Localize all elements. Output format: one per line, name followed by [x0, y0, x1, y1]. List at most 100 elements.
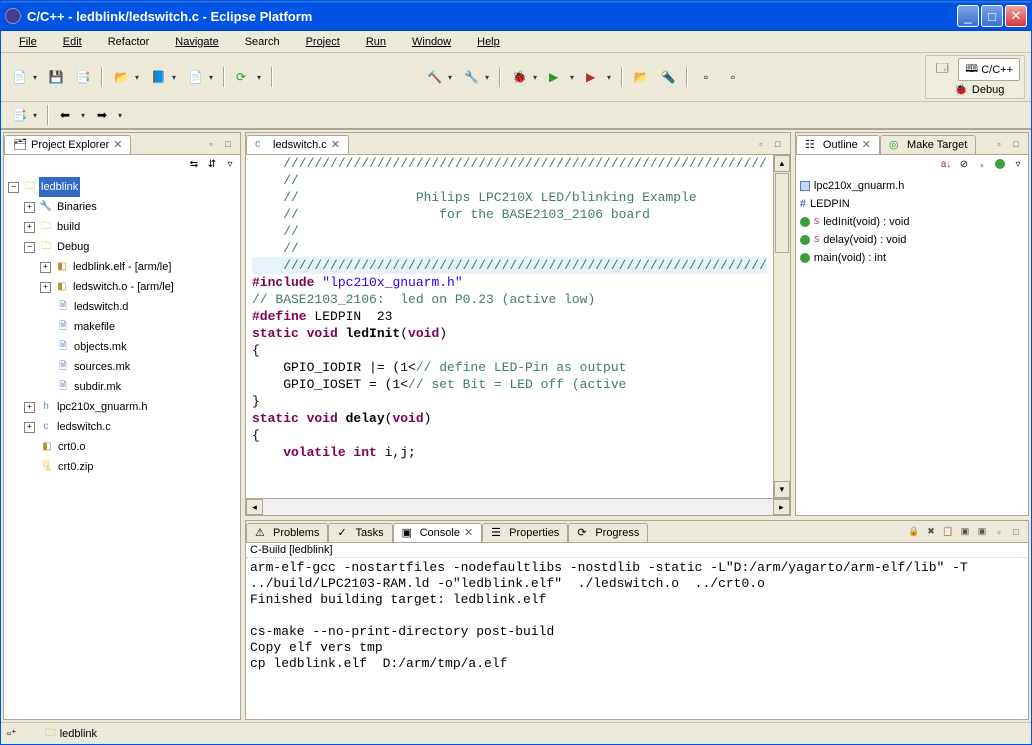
vertical-scrollbar[interactable]: ▴ ▾ — [773, 155, 790, 498]
scroll-up-button[interactable]: ▴ — [774, 155, 790, 172]
search-button[interactable]: 🔦 — [656, 66, 680, 88]
view-minimize-button[interactable]: ▫ — [753, 137, 769, 151]
tree-item[interactable]: makefile — [72, 317, 117, 337]
tree-item[interactable]: crt0.zip — [56, 457, 95, 477]
tree-item[interactable]: subdir.mk — [72, 377, 123, 397]
new-button[interactable]: 📄 — [7, 66, 41, 88]
console-tab[interactable]: ▣Console✕ — [393, 523, 483, 542]
scroll-down-button[interactable]: ▾ — [774, 481, 790, 498]
tree-item[interactable]: build — [55, 217, 82, 237]
menu-file[interactable]: File — [7, 34, 49, 50]
external-tools-button[interactable]: ▶ — [581, 66, 615, 88]
outline-list[interactable]: lpc210x_gnuarm.h#LEDPINSledInit(void) : … — [796, 173, 1028, 515]
scroll-thumb[interactable] — [775, 173, 789, 253]
pin-button[interactable]: 🔒 — [906, 525, 922, 539]
run-button[interactable]: ▶ — [544, 66, 578, 88]
new-file-button[interactable]: 📄 — [183, 66, 217, 88]
project-root[interactable]: ledblink — [39, 177, 80, 197]
scroll-right-button[interactable]: ▸ — [773, 499, 790, 515]
close-icon[interactable]: ✕ — [331, 138, 340, 151]
link-editor-button[interactable]: ⇵ — [204, 156, 220, 172]
tree-item[interactable]: sources.mk — [72, 357, 132, 377]
console-output[interactable]: arm-elf-gcc -nostartfiles -nodefaultlibs… — [246, 558, 1028, 719]
tree-item[interactable]: ledswitch.o - [arm/le] — [71, 277, 176, 297]
horizontal-scrollbar[interactable]: ◂ ▸ — [246, 498, 790, 515]
open-perspective-button[interactable]: 🗔 — [930, 59, 954, 81]
history-button[interactable]: 📑 — [7, 104, 41, 126]
status-perspective-icon[interactable]: ▫⁺ — [7, 727, 17, 740]
project-explorer-tab[interactable]: 🗂 Project Explorer ✕ — [4, 135, 131, 154]
menu-navigate[interactable]: Navigate — [163, 34, 230, 50]
expand-toggle[interactable]: + — [40, 282, 51, 293]
build-button[interactable]: ⟳ — [231, 66, 265, 88]
menu-window[interactable]: Window — [400, 34, 463, 50]
minimize-button[interactable]: _ — [957, 5, 979, 27]
tree-item[interactable]: Debug — [55, 237, 91, 257]
back-button[interactable]: ⬅ — [55, 104, 89, 126]
expand-toggle[interactable]: + — [24, 422, 35, 433]
make-target-tab[interactable]: ◎ Make Target — [880, 135, 976, 154]
expand-toggle[interactable]: − — [8, 182, 19, 193]
clear-button[interactable]: ✖ — [923, 525, 939, 539]
project-tree[interactable]: −🗀ledblink +🔧Binaries +🗀build −🗀Debug +◧… — [4, 173, 240, 719]
close-icon[interactable]: ✕ — [862, 138, 871, 151]
save-all-button[interactable]: 📑 — [71, 66, 95, 88]
problems-tab[interactable]: ⚠Problems — [246, 523, 328, 542]
toggle-mark-button[interactable]: ▫ — [694, 66, 718, 88]
menu-project[interactable]: Project — [294, 34, 352, 50]
outline-item[interactable]: main(void) : int — [800, 249, 1024, 267]
tasks-tab[interactable]: ✓Tasks — [328, 523, 392, 542]
view-minimize-button[interactable]: ▫ — [203, 137, 219, 151]
collapse-all-button[interactable]: ⇆ — [186, 156, 202, 172]
outline-tab[interactable]: ☷ Outline ✕ — [796, 135, 880, 154]
save-button[interactable]: 💾 — [44, 66, 68, 88]
open-console-button[interactable]: ▣ — [974, 525, 990, 539]
new-folder-button[interactable]: 📂 — [109, 66, 143, 88]
outline-item[interactable]: SledInit(void) : void — [800, 213, 1024, 231]
expand-toggle[interactable]: + — [24, 202, 35, 213]
new-class-button[interactable]: 📘 — [146, 66, 180, 88]
expand-toggle[interactable]: + — [24, 222, 35, 233]
hide-fields-button[interactable]: ⊘ — [956, 156, 972, 172]
view-maximize-button[interactable]: □ — [220, 137, 236, 151]
view-maximize-button[interactable]: □ — [1008, 137, 1024, 151]
hide-static-button[interactable]: ₛ — [974, 156, 990, 172]
view-maximize-button[interactable]: □ — [1008, 525, 1024, 539]
expand-toggle[interactable]: + — [24, 402, 35, 413]
outline-item[interactable]: Sdelay(void) : void — [800, 231, 1024, 249]
view-maximize-button[interactable]: □ — [770, 137, 786, 151]
outline-item[interactable]: lpc210x_gnuarm.h — [800, 177, 1024, 195]
menu-run[interactable]: Run — [354, 34, 398, 50]
tree-item[interactable]: ledblink.elf - [arm/le] — [71, 257, 173, 277]
hide-nonpublic-button[interactable] — [992, 156, 1008, 172]
tree-item[interactable]: objects.mk — [72, 337, 129, 357]
view-minimize-button[interactable]: ▫ — [991, 137, 1007, 151]
close-icon[interactable]: ✕ — [464, 526, 473, 539]
scroll-lock-button[interactable]: 📋 — [940, 525, 956, 539]
menu-search[interactable]: Search — [233, 34, 292, 50]
menu-refactor[interactable]: Refactor — [96, 34, 162, 50]
outline-item[interactable]: #LEDPIN — [800, 195, 1024, 213]
tree-item[interactable]: crt0.o — [56, 437, 88, 457]
menu-edit[interactable]: Edit — [51, 34, 94, 50]
debug-run-button[interactable]: 🐞 — [507, 66, 541, 88]
tree-item[interactable]: ledswitch.c — [55, 417, 113, 437]
properties-tab[interactable]: ☰Properties — [482, 523, 568, 542]
close-icon[interactable]: ✕ — [113, 138, 122, 151]
sort-button[interactable]: a↓ — [938, 156, 954, 172]
tree-item[interactable]: Binaries — [55, 197, 99, 217]
debug-perspective-label[interactable]: Debug — [972, 84, 1004, 96]
close-button[interactable]: ✕ — [1005, 5, 1027, 27]
tree-item[interactable]: lpc210x_gnuarm.h — [55, 397, 150, 417]
expand-toggle[interactable]: + — [40, 262, 51, 273]
view-menu-button[interactable]: ▿ — [222, 156, 238, 172]
debug-perspective-icon[interactable]: 🐞 — [954, 83, 968, 96]
view-minimize-button[interactable]: ▫ — [991, 525, 1007, 539]
forward-button[interactable]: ➡ — [92, 104, 126, 126]
scroll-left-button[interactable]: ◂ — [246, 499, 263, 515]
open-type-button[interactable]: 📂 — [629, 66, 653, 88]
editor-tab[interactable]: c ledswitch.c ✕ — [246, 135, 349, 154]
expand-toggle[interactable]: − — [24, 242, 35, 253]
display-console-button[interactable]: ▣ — [957, 525, 973, 539]
tree-item[interactable]: ledswitch.d — [72, 297, 130, 317]
